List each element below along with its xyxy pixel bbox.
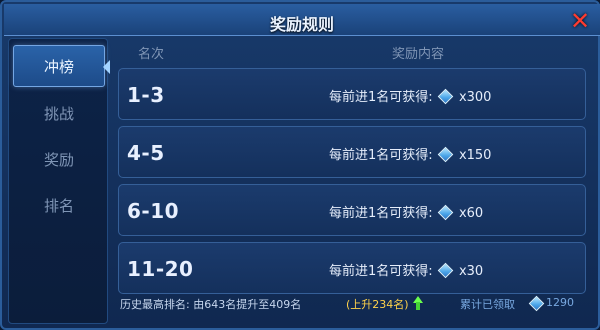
- history-best-rank: 历史最高排名: 由643名提升至409名: [120, 298, 302, 311]
- accumulated-label: 累计已领取: [460, 298, 515, 311]
- rank-range: 6-10: [127, 199, 180, 223]
- active-tab-arrow-icon: [103, 60, 110, 74]
- reward-cell: 每前进1名可获得: x300: [329, 86, 491, 105]
- reward-amount: x30: [458, 264, 484, 279]
- reward-text: 每前进1名可获得:: [329, 264, 433, 279]
- rank-range: 1-3: [127, 83, 165, 107]
- up-arrow-icon: [413, 296, 423, 310]
- tab-label: 排名: [43, 197, 74, 215]
- table-row: 11-20 每前进1名可获得: x30: [118, 242, 586, 294]
- title-bar: 奖励规则 ✕: [4, 4, 600, 36]
- diamond-gem-icon: [528, 295, 545, 312]
- reward-amount: x150: [458, 148, 492, 163]
- reward-rules-window: 奖励规则 ✕ 冲榜 挑战 奖励 排名 名次 奖励内容 1-3 每前进1名可获得:…: [0, 0, 600, 330]
- diamond-gem-icon: [437, 204, 454, 221]
- tab-jiangli[interactable]: 奖励: [13, 139, 105, 181]
- tab-chongbang[interactable]: 冲榜: [13, 45, 110, 87]
- reward-text: 每前进1名可获得:: [329, 90, 433, 105]
- diamond-gem-icon: [437, 146, 454, 163]
- window-title: 奖励规则: [269, 15, 334, 34]
- close-icon[interactable]: ✕: [568, 9, 592, 33]
- reward-amount: x60: [458, 206, 484, 221]
- rank-range: 11-20: [127, 257, 194, 281]
- footer-stats: 历史最高排名: 由643名提升至409名 (上升234名) 累计已领取 1290: [114, 292, 594, 318]
- diamond-gem-icon: [437, 262, 454, 279]
- reward-amount: x300: [458, 90, 492, 105]
- rank-rise-text: (上升234名): [346, 298, 409, 311]
- rank-range: 4-5: [127, 141, 165, 165]
- tab-label: 奖励: [43, 151, 74, 169]
- table-row: 4-5 每前进1名可获得: x150: [118, 126, 586, 178]
- reward-text: 每前进1名可获得:: [329, 148, 433, 163]
- table-row: 6-10 每前进1名可获得: x60: [118, 184, 586, 236]
- reward-cell: 每前进1名可获得: x150: [329, 144, 491, 163]
- column-header-rank: 名次: [138, 47, 165, 62]
- sidebar: 冲榜 挑战 奖励 排名: [8, 38, 110, 324]
- diamond-gem-icon: [437, 88, 454, 105]
- tab-paiming[interactable]: 排名: [13, 185, 105, 227]
- tab-label: 冲榜: [43, 58, 74, 76]
- reward-text: 每前进1名可获得:: [329, 206, 433, 221]
- column-header-reward: 奖励内容: [392, 47, 445, 62]
- reward-cell: 每前进1名可获得: x60: [329, 202, 483, 221]
- table-row: 1-3 每前进1名可获得: x300: [118, 68, 586, 120]
- tab-label: 挑战: [43, 105, 74, 123]
- reward-cell: 每前进1名可获得: x30: [329, 260, 483, 279]
- rules-table: 名次 奖励内容 1-3 每前进1名可获得: x300 4-5 每前进1名可获得:…: [114, 38, 594, 294]
- accumulated-value: 1290: [546, 296, 574, 309]
- tab-tiaozhan[interactable]: 挑战: [13, 93, 105, 135]
